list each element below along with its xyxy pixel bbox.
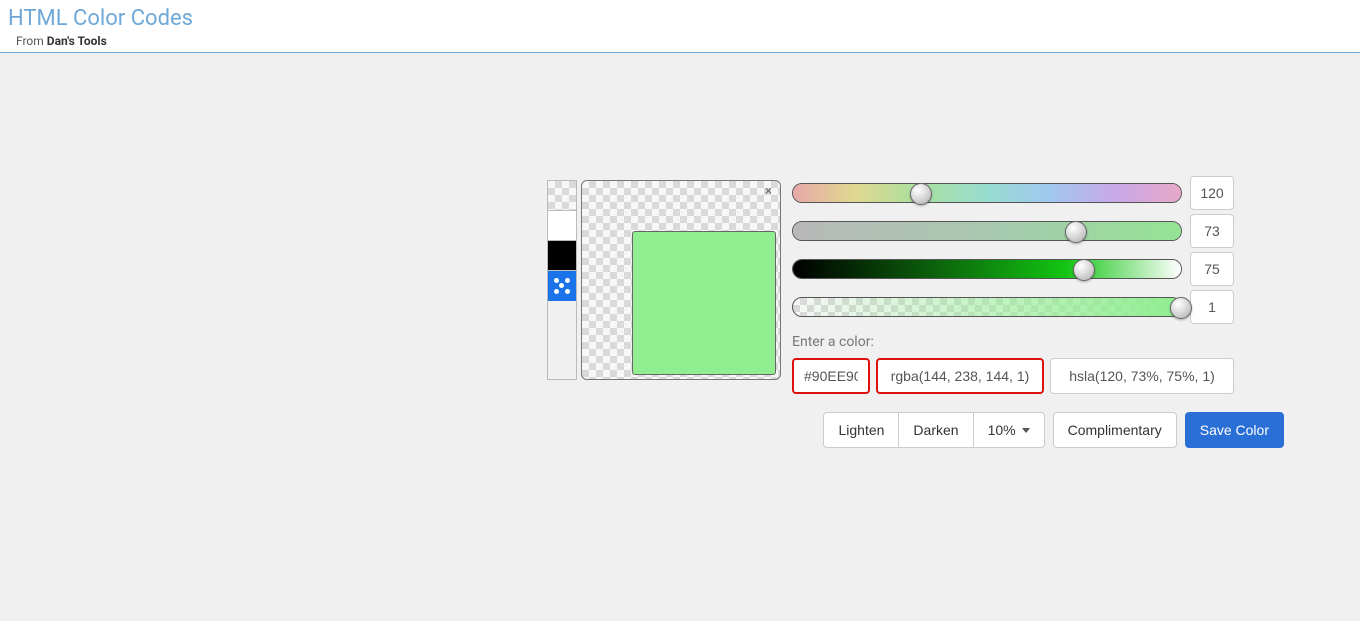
swatch-transparent[interactable] xyxy=(548,181,576,211)
swatch-white[interactable] xyxy=(548,211,576,241)
color-preview-outer: × xyxy=(581,180,781,380)
percent-dropdown[interactable]: 10% xyxy=(973,412,1045,448)
lightness-slider-row xyxy=(792,258,1234,280)
site-title-link[interactable]: HTML Color Codes xyxy=(8,6,193,31)
swatch-random-button[interactable] xyxy=(548,271,576,301)
hue-track[interactable] xyxy=(792,183,1182,203)
lighten-button[interactable]: Lighten xyxy=(823,412,899,448)
color-picker-panel: × xyxy=(547,180,781,380)
saturation-input[interactable] xyxy=(1190,214,1234,248)
controls-panel: Enter a color: Lighten Darken 10% Compli… xyxy=(792,182,1234,448)
hue-input[interactable] xyxy=(1190,176,1234,210)
alpha-slider-row xyxy=(792,296,1234,318)
swatch-column xyxy=(547,180,577,380)
lighten-darken-group: Lighten Darken 10% xyxy=(823,412,1044,448)
close-icon[interactable]: × xyxy=(765,184,772,199)
caret-icon xyxy=(1022,428,1030,433)
color-preview-inner xyxy=(632,231,776,375)
swatch-black[interactable] xyxy=(548,241,576,271)
alpha-input[interactable] xyxy=(1190,290,1234,324)
complimentary-button[interactable]: Complimentary xyxy=(1053,412,1177,448)
alpha-knob[interactable] xyxy=(1170,297,1192,319)
save-color-button[interactable]: Save Color xyxy=(1185,412,1284,448)
lightness-input[interactable] xyxy=(1190,252,1234,286)
darken-button[interactable]: Darken xyxy=(898,412,973,448)
lightness-track[interactable] xyxy=(792,259,1182,279)
dice-icon xyxy=(552,276,572,296)
hex-input[interactable] xyxy=(792,358,870,394)
saturation-slider-row xyxy=(792,220,1234,242)
color-input-row xyxy=(792,358,1234,394)
page-header: HTML Color Codes From Dan's Tools xyxy=(0,0,1360,53)
hsla-input[interactable] xyxy=(1050,358,1234,394)
header-subtitle: From Dan's Tools xyxy=(16,34,1352,48)
action-button-row: Lighten Darken 10% Complimentary Save Co… xyxy=(792,412,1284,448)
rgba-input[interactable] xyxy=(876,358,1044,394)
alpha-track[interactable] xyxy=(792,297,1182,317)
hue-slider-row xyxy=(792,182,1234,204)
enter-color-label: Enter a color: xyxy=(792,334,1234,350)
hue-knob[interactable] xyxy=(910,183,932,205)
lightness-knob[interactable] xyxy=(1073,259,1095,281)
saturation-knob[interactable] xyxy=(1065,221,1087,243)
saturation-track[interactable] xyxy=(792,221,1182,241)
